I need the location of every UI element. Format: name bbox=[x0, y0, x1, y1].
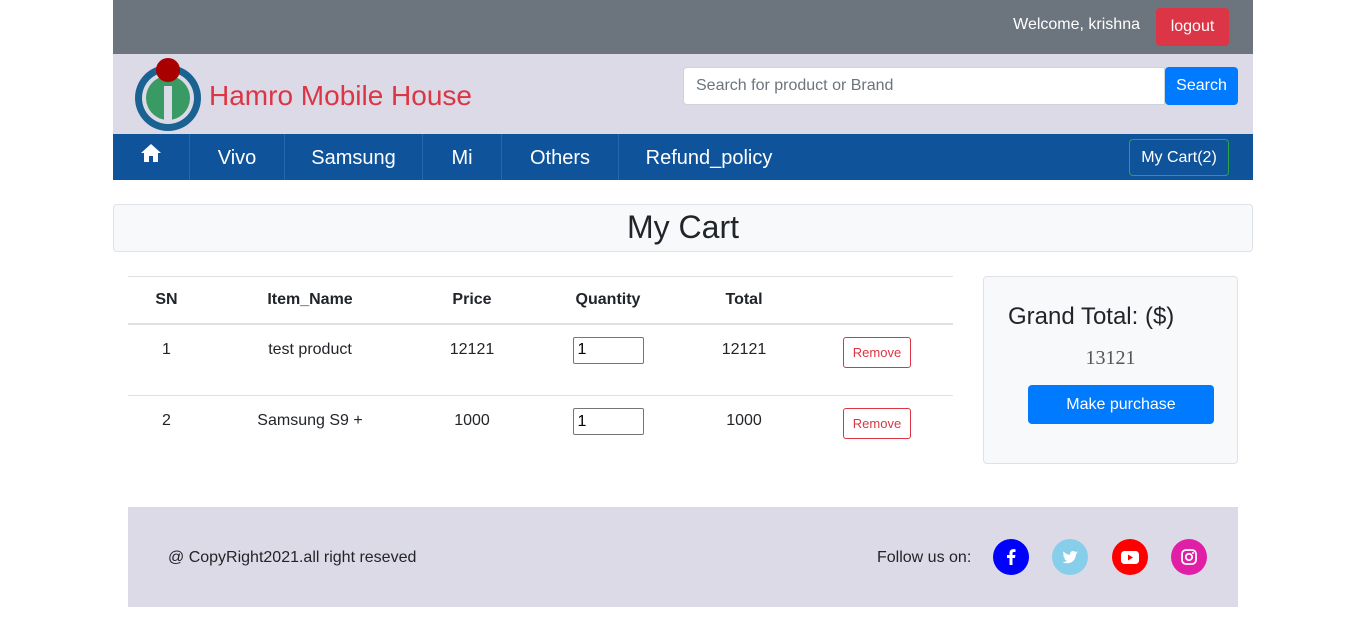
home-icon bbox=[141, 144, 161, 162]
cell-total: 12121 bbox=[721, 340, 767, 358]
table-header-row: SN Item_Name Price Quantity Total bbox=[128, 276, 953, 325]
header-action bbox=[801, 276, 953, 325]
cart-table: SN Item_Name Price Quantity Total 1 test… bbox=[128, 276, 953, 468]
top-bar: Welcome, krishna logout bbox=[113, 0, 1253, 54]
logout-button[interactable]: logout bbox=[1156, 8, 1229, 46]
logo-icon bbox=[135, 58, 201, 131]
cell-sn: 1 bbox=[162, 340, 171, 358]
page-title-box: My Cart bbox=[113, 204, 1253, 252]
instagram-link[interactable] bbox=[1171, 539, 1207, 575]
header-price: Price bbox=[415, 276, 529, 325]
table-row: 1 test product 12121 12121 Remove bbox=[128, 324, 953, 396]
twitter-link[interactable] bbox=[1052, 539, 1088, 575]
brand-name: Hamro Mobile House bbox=[209, 80, 472, 111]
copyright-text: @ CopyRight2021.all right reseved bbox=[168, 549, 417, 566]
cell-sn: 2 bbox=[128, 395, 205, 468]
cell-total: 1000 bbox=[687, 395, 801, 468]
cell-quantity bbox=[529, 395, 687, 468]
header-total: Total bbox=[687, 276, 801, 325]
header-quantity: Quantity bbox=[529, 276, 687, 325]
nav-item-samsung[interactable]: Samsung bbox=[285, 134, 423, 180]
nav-item-others[interactable]: Others bbox=[502, 134, 619, 180]
cell-price: 12121 bbox=[449, 340, 495, 358]
instagram-icon bbox=[1181, 549, 1197, 565]
table-row: 2 Samsung S9 + 1000 1000 Remove bbox=[128, 395, 953, 468]
nav-item-vivo[interactable]: Vivo bbox=[190, 134, 285, 180]
grand-total-label: Grand Total: ($) bbox=[1008, 303, 1175, 330]
make-purchase-button[interactable]: Make purchase bbox=[1028, 385, 1214, 424]
header-item-name: Item_Name bbox=[205, 276, 415, 325]
search-button[interactable]: Search bbox=[1165, 67, 1238, 105]
facebook-link[interactable] bbox=[993, 539, 1029, 575]
nav-item-mi[interactable]: Mi bbox=[423, 134, 502, 180]
twitter-icon bbox=[1062, 550, 1078, 563]
remove-button[interactable]: Remove bbox=[843, 336, 911, 368]
cell-item-name: test product bbox=[268, 340, 352, 358]
cell-action: Remove bbox=[801, 324, 953, 396]
search-input[interactable] bbox=[683, 67, 1165, 105]
cell-action: Remove bbox=[801, 395, 953, 468]
youtube-link[interactable] bbox=[1112, 539, 1148, 575]
facebook-icon bbox=[1007, 549, 1016, 565]
site-header: Hamro Mobile House Search bbox=[113, 54, 1253, 134]
main-nav: Vivo Samsung Mi Others Refund_policy My … bbox=[113, 134, 1253, 180]
follow-us-label: Follow us on: bbox=[877, 549, 972, 566]
header-sn: SN bbox=[128, 276, 205, 325]
my-cart-button[interactable]: My Cart(2) bbox=[1129, 139, 1229, 176]
nav-item-refund-policy[interactable]: Refund_policy bbox=[619, 134, 799, 180]
quantity-input[interactable] bbox=[572, 336, 644, 364]
cell-price: 1000 bbox=[415, 395, 529, 468]
grand-total-value: 13121 bbox=[1085, 347, 1136, 369]
cell-quantity bbox=[529, 324, 687, 396]
page-title: My Cart bbox=[627, 209, 739, 245]
site-footer: @ CopyRight2021.all right reseved Follow… bbox=[128, 507, 1238, 607]
welcome-text: Welcome, krishna bbox=[1013, 16, 1140, 33]
remove-button[interactable]: Remove bbox=[843, 408, 911, 439]
grand-total-card: Grand Total: ($) 13121 Make purchase bbox=[983, 276, 1238, 464]
quantity-input[interactable] bbox=[572, 408, 644, 435]
cell-item-name: Samsung S9 + bbox=[205, 395, 415, 468]
nav-home[interactable] bbox=[113, 134, 190, 180]
youtube-icon bbox=[1121, 550, 1139, 564]
